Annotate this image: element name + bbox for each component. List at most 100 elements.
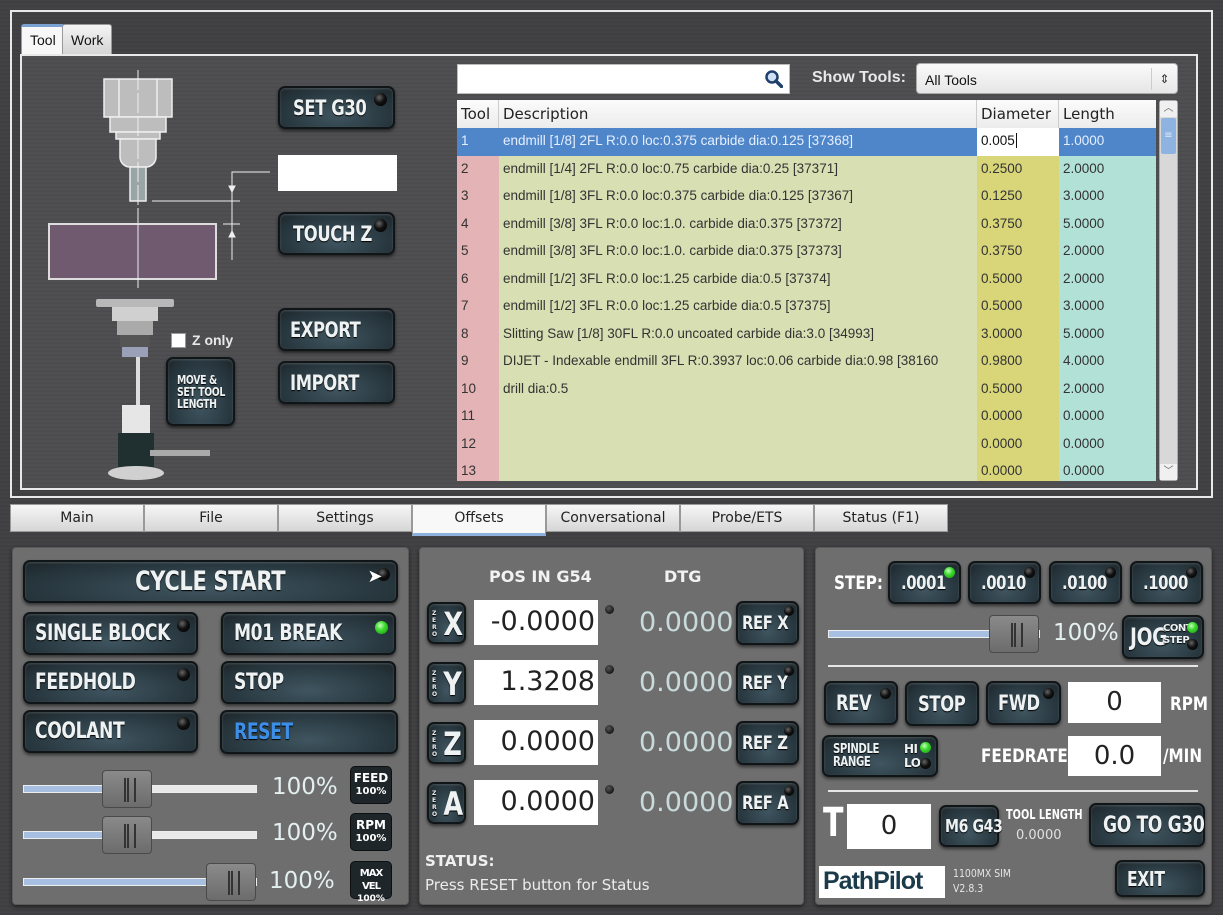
rpm-reset-button[interactable]: RPM 100% <box>350 813 392 851</box>
tool-number-cell[interactable]: 12 <box>457 430 499 458</box>
table-scrollbar[interactable]: ︿ ≡ ﹀ <box>1159 100 1178 481</box>
feed-override-slider[interactable] <box>23 770 257 808</box>
pos-y-input[interactable]: 1.3208 <box>474 660 598 705</box>
tab-settings[interactable]: Settings <box>278 504 412 532</box>
length-cell[interactable]: 0.0000 <box>1059 458 1156 481</box>
tab-main[interactable]: Main <box>10 504 144 532</box>
description-cell[interactable]: endmill [1/2] 3FL R:0.0 loc:1.25 carbide… <box>499 265 977 293</box>
tool-number-cell[interactable]: 9 <box>457 348 499 376</box>
ref-a-button[interactable]: REF A <box>736 781 799 825</box>
set-g30-button[interactable]: SET G30 <box>278 86 395 129</box>
tool-number-cell[interactable]: 13 <box>457 458 499 481</box>
tool-number-cell[interactable]: 5 <box>457 238 499 266</box>
search-icon[interactable] <box>765 70 783 88</box>
description-cell[interactable] <box>499 458 977 481</box>
tab-file[interactable]: File <box>144 504 278 532</box>
tool-number-cell[interactable]: 8 <box>457 320 499 348</box>
diameter-cell[interactable]: 0.5000 <box>977 375 1059 403</box>
pos-a-input[interactable]: 0.0000 <box>474 780 598 825</box>
feedhold-button[interactable]: FEEDHOLD <box>23 661 198 704</box>
zero-x-button[interactable]: ZERO X <box>427 602 466 644</box>
diameter-cell[interactable]: 0.0000 <box>977 458 1059 481</box>
length-cell[interactable]: 3.0000 <box>1059 183 1156 211</box>
cycle-start-button[interactable]: CYCLE START ➤ <box>23 560 398 603</box>
spindle-rev-button[interactable]: REV <box>824 681 898 725</box>
length-cell[interactable]: 0.0000 <box>1059 403 1156 431</box>
touch-z-button[interactable]: TOUCH Z <box>278 212 395 255</box>
tool-number-cell[interactable]: 6 <box>457 265 499 293</box>
pos-x-input[interactable]: -0.0000 <box>474 600 598 645</box>
z-only-checkbox[interactable] <box>171 333 186 348</box>
length-cell[interactable]: 1.0000 <box>1059 128 1156 156</box>
single-block-button[interactable]: SINGLE BLOCK <box>23 612 198 655</box>
table-row[interactable]: 7 endmill [1/2] 3FL R:0.0 loc:1.25 carbid… <box>457 293 1156 321</box>
description-cell[interactable]: endmill [1/2] 3FL R:0.0 loc:1.25 carbide… <box>499 293 977 321</box>
tool-number-cell[interactable]: 4 <box>457 210 499 238</box>
diameter-cell[interactable]: 0.0000 <box>977 403 1059 431</box>
length-cell[interactable]: 0.0000 <box>1059 430 1156 458</box>
description-cell[interactable] <box>499 403 977 431</box>
move-set-tool-length-button[interactable]: MOVE & SET TOOL LENGTH <box>166 357 235 426</box>
tab-probe-ets[interactable]: Probe/ETS <box>680 504 814 532</box>
export-button[interactable]: EXPORT <box>278 308 395 351</box>
m6-g43-button[interactable]: M6 G43 <box>939 805 1003 847</box>
diameter-cell[interactable]: 0.3750 <box>977 210 1059 238</box>
step-1-button[interactable]: .0010 <box>968 561 1041 604</box>
diameter-cell[interactable]: 0.005 <box>977 128 1059 156</box>
jog-mode-button[interactable]: JOG CONT STEP <box>1122 615 1204 659</box>
table-row[interactable]: 5 endmill [3/8] 3FL R:0.0 loc:1.0. carbid… <box>457 238 1156 266</box>
ref-z-button[interactable]: REF Z <box>736 721 799 765</box>
description-cell[interactable]: Slitting Saw [1/8] 30FL R:0.0 uncoated c… <box>499 320 977 348</box>
diameter-cell[interactable]: 0.5000 <box>977 265 1059 293</box>
stop-button[interactable]: STOP <box>221 661 396 704</box>
zero-y-button[interactable]: ZERO Y <box>427 662 466 704</box>
zero-z-button[interactable]: ZERO Z <box>427 722 466 764</box>
tab-status[interactable]: Status (F1) <box>814 504 948 532</box>
pos-z-input[interactable]: 0.0000 <box>474 720 598 765</box>
scroll-thumb[interactable]: ≡ <box>1161 118 1176 154</box>
jog-speed-slider[interactable] <box>828 615 1040 653</box>
feed-slider-thumb[interactable] <box>102 770 153 808</box>
table-row[interactable]: 10 drill dia:0.5 0.5000 2.0000 <box>457 375 1156 403</box>
table-row[interactable]: 6 endmill [1/2] 3FL R:0.0 loc:1.25 carbid… <box>457 265 1156 293</box>
description-cell[interactable]: DIJET - Indexable endmill 3FL R:0.3937 l… <box>499 348 977 376</box>
m01-break-button[interactable]: M01 BREAK <box>221 612 396 655</box>
length-cell[interactable]: 5.0000 <box>1059 210 1156 238</box>
g30-height-input[interactable] <box>278 155 397 191</box>
tool-number-cell[interactable]: 1 <box>457 128 499 156</box>
tab-conversational[interactable]: Conversational <box>546 504 680 532</box>
tool-search-input[interactable] <box>457 64 790 94</box>
diameter-cell[interactable]: 0.1250 <box>977 183 1059 211</box>
tool-number-input[interactable]: 0 <box>847 804 931 849</box>
rpm-input[interactable]: 0 <box>1068 682 1161 723</box>
length-cell[interactable]: 2.0000 <box>1059 238 1156 266</box>
table-row[interactable]: 9 DIJET - Indexable endmill 3FL R:0.3937 … <box>457 348 1156 376</box>
rpm-slider-thumb[interactable] <box>102 816 153 854</box>
table-row[interactable]: 12 0.0000 0.0000 <box>457 430 1156 458</box>
table-row[interactable]: 13 0.0000 0.0000 <box>457 458 1156 481</box>
spindle-range-button[interactable]: SPINDLE RANGE HI LO <box>822 735 938 777</box>
diameter-cell[interactable]: 0.9800 <box>977 348 1059 376</box>
tool-number-cell[interactable]: 11 <box>457 403 499 431</box>
ref-y-button[interactable]: REF Y <box>736 661 799 705</box>
diameter-cell[interactable]: 0.0000 <box>977 430 1059 458</box>
feedrate-input[interactable]: 0.0 <box>1068 736 1161 776</box>
diameter-cell[interactable]: 0.5000 <box>977 293 1059 321</box>
subtab-work[interactable]: Work <box>62 24 113 56</box>
col-tool[interactable]: Tool <box>457 100 499 128</box>
step-2-button[interactable]: .0100 <box>1049 561 1122 604</box>
description-cell[interactable]: drill dia:0.5 <box>499 375 977 403</box>
col-description[interactable]: Description <box>499 100 977 128</box>
description-cell[interactable]: endmill [3/8] 3FL R:0.0 loc:1.0. carbide… <box>499 238 977 266</box>
jog-slider-thumb[interactable] <box>989 615 1039 653</box>
ref-x-button[interactable]: REF X <box>736 601 799 645</box>
go-to-g30-button[interactable]: GO TO G30 <box>1089 803 1205 847</box>
exit-button[interactable]: EXIT <box>1115 860 1205 897</box>
length-cell[interactable]: 2.0000 <box>1059 375 1156 403</box>
maxvel-reset-button[interactable]: MAX VEL 100% <box>350 861 392 904</box>
reset-button[interactable]: RESET <box>220 710 398 754</box>
table-row[interactable]: 8 Slitting Saw [1/8] 30FL R:0.0 uncoated … <box>457 320 1156 348</box>
step-0-button[interactable]: .0001 <box>888 561 961 604</box>
table-row[interactable]: 1 endmill [1/8] 2FL R:0.0 loc:0.375 carbi… <box>457 128 1156 156</box>
tool-number-cell[interactable]: 10 <box>457 375 499 403</box>
